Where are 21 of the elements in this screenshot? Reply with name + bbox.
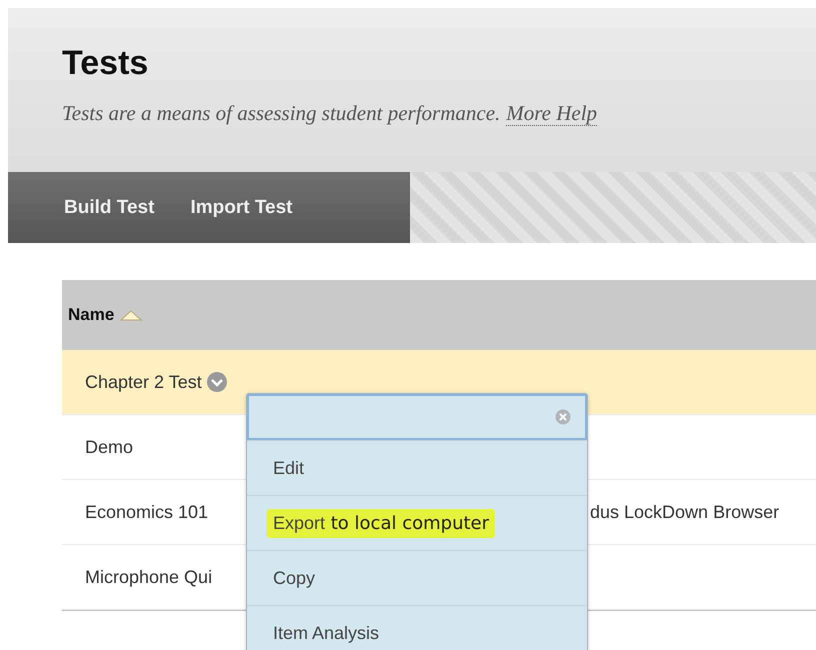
menu-item-label: Edit — [272, 456, 306, 480]
test-name: Chapter 2 Test — [85, 372, 202, 392]
test-name: Microphone Qui — [85, 566, 212, 588]
test-name: Economics 101 — [85, 502, 208, 522]
page-description: Tests are a means of assessing student performance. — [62, 101, 500, 125]
menu-item-label: Copy — [272, 566, 316, 590]
column-header[interactable]: Name — [68, 305, 142, 325]
page-title: Tests — [62, 44, 150, 83]
menu-item[interactable]: Export to local computer — [247, 495, 587, 550]
chevron-down-icon[interactable] — [206, 371, 228, 393]
action-button[interactable]: Import Test — [190, 196, 292, 218]
menu-item-label: Export to local computer — [267, 508, 496, 538]
menu-item[interactable]: Edit — [247, 440, 587, 495]
close-icon[interactable] — [555, 409, 571, 425]
menu-item[interactable]: Item Analysis — [247, 605, 587, 650]
test-description: dus LockDown Browser — [590, 502, 780, 522]
more-help-link[interactable]: More Help — [506, 101, 598, 126]
test-name: Demo — [85, 436, 134, 458]
menu-item-label: Item Analysis — [272, 622, 380, 645]
menu-item[interactable]: Copy — [247, 550, 587, 605]
action-button[interactable]: Build Test — [64, 196, 154, 218]
